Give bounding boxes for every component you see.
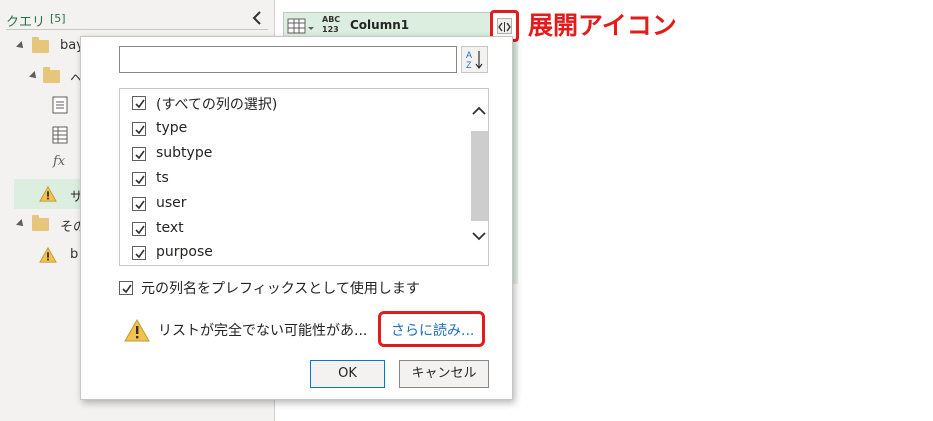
expand-triangle-icon[interactable] <box>16 219 26 229</box>
tree-item-label: b <box>70 247 79 262</box>
checklist-item-user[interactable]: user <box>132 193 462 215</box>
checkbox[interactable] <box>132 147 146 161</box>
load-more-link-highlight[interactable]: さらに読み... <box>378 311 485 347</box>
function-icon: fx <box>53 154 66 169</box>
checklist-item-purpose[interactable]: purpose <box>132 242 462 264</box>
checkbox[interactable] <box>132 197 146 211</box>
svg-text:A: A <box>466 50 472 60</box>
expand-icon <box>497 18 512 34</box>
checklist-item-label: purpose <box>156 244 213 260</box>
checklist-item-label: text <box>156 220 184 236</box>
expand-column-popup: A Z (すべての列の選択) type subtype ts user text… <box>80 36 513 400</box>
query-count-badge: [5] <box>50 12 66 25</box>
column-checklist[interactable]: (すべての列の選択) type subtype ts user text pur… <box>119 88 489 266</box>
column-header[interactable]: ABC 123 Column1 <box>283 12 519 38</box>
grid-table-icon <box>52 126 68 144</box>
chevron-left-icon[interactable] <box>248 8 266 28</box>
warning-icon <box>124 319 150 342</box>
use-prefix-checkbox[interactable] <box>119 281 133 295</box>
folder-icon <box>32 37 49 53</box>
sort-az-icon: A Z <box>466 50 483 70</box>
column-name: Column1 <box>350 18 410 32</box>
scroll-up-icon[interactable] <box>471 103 487 119</box>
scroll-down-icon[interactable] <box>471 228 487 244</box>
expand-icon-annotation: 展開アイコン <box>528 11 677 40</box>
warning-icon <box>39 185 57 202</box>
type-badge[interactable]: ABC 123 <box>322 15 340 35</box>
checkbox[interactable] <box>132 96 146 110</box>
use-prefix-option[interactable]: 元の列名をプレフィックスとして使用します <box>119 277 489 299</box>
type-badge-number: 123 <box>322 25 339 34</box>
checklist-item-select-all[interactable]: (すべての列の選択) <box>132 92 462 114</box>
checklist-item-type[interactable]: type <box>132 118 462 140</box>
incomplete-list-warning: リストが完全でない可能性があ... <box>158 323 368 339</box>
sort-az-button[interactable]: A Z <box>461 46 488 73</box>
checklist-item-label: type <box>156 120 188 136</box>
checkbox[interactable] <box>132 246 146 260</box>
use-prefix-label: 元の列名をプレフィックスとして使用します <box>141 281 420 297</box>
table-menu-icon[interactable] <box>287 17 315 35</box>
checklist-item-label: subtype <box>156 145 213 161</box>
scroll-thumb[interactable] <box>471 131 488 221</box>
folder-icon <box>43 67 60 83</box>
ok-button[interactable]: OK <box>310 360 385 388</box>
checkbox[interactable] <box>132 122 146 136</box>
checklist-scrollbar[interactable] <box>469 89 488 265</box>
checklist-item-label: (すべての列の選択) <box>156 97 278 113</box>
table-list-icon <box>52 96 68 114</box>
checkbox[interactable] <box>132 222 146 236</box>
checklist-item-subtype[interactable]: subtype <box>132 143 462 165</box>
warning-icon <box>39 246 57 263</box>
cancel-button[interactable]: キャンセル <box>399 360 489 388</box>
column-search-input[interactable] <box>119 46 457 73</box>
checklist-item-ts[interactable]: ts <box>132 168 462 190</box>
checklist-item-text[interactable]: text <box>132 218 462 240</box>
expand-triangle-icon[interactable] <box>29 71 39 81</box>
query-pane-header: クエリ [5] <box>6 8 268 30</box>
type-badge-text: ABC <box>322 15 341 24</box>
query-pane-title: クエリ <box>6 15 46 30</box>
folder-icon <box>32 215 49 231</box>
expand-triangle-icon[interactable] <box>16 41 26 51</box>
svg-text:Z: Z <box>466 60 472 70</box>
checklist-item-label: user <box>156 195 187 211</box>
load-more-link[interactable]: さらに読み... <box>391 320 474 340</box>
checklist-item-label: ts <box>156 170 169 186</box>
checkbox[interactable] <box>132 172 146 186</box>
